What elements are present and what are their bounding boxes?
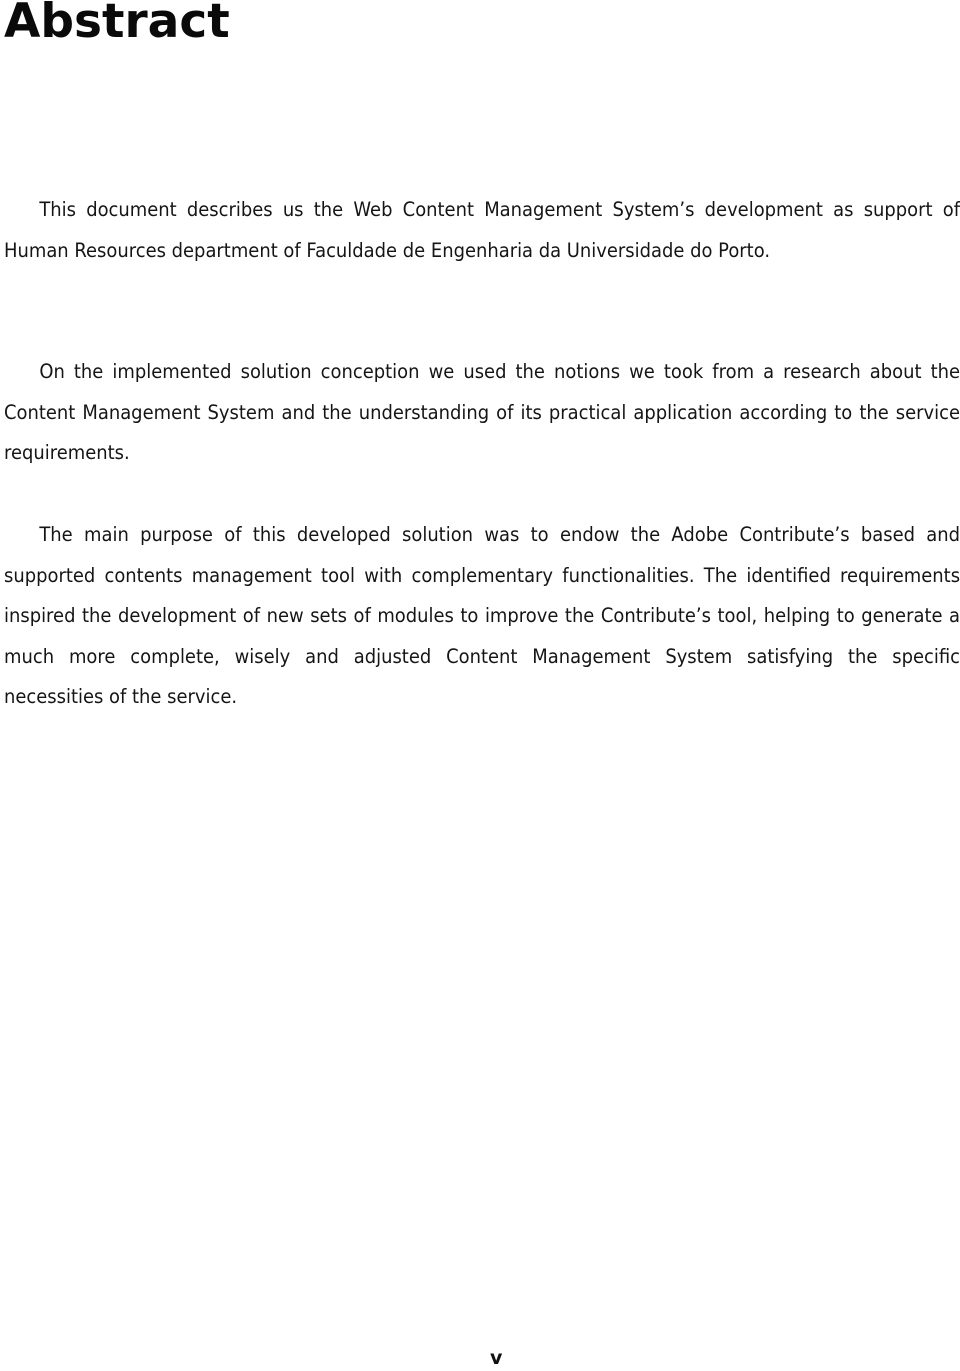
abstract-paragraph-3: The main purpose of this developed solut… [4,523,960,709]
page-number: v [490,1347,503,1369]
page-title: Abstract [4,0,230,49]
abstract-paragraph-1: This document describes us the Web Conte… [4,198,960,262]
abstract-paragraph-2: On the implemented solution conception w… [4,360,960,465]
